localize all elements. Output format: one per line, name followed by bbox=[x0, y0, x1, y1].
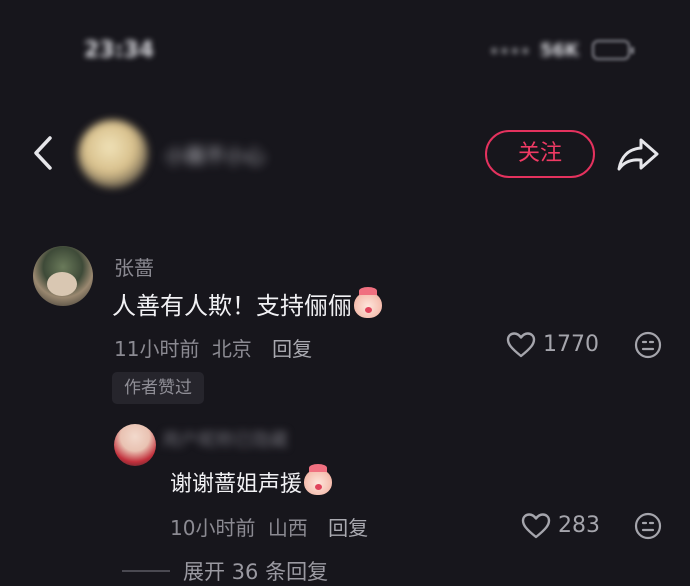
reply-text: 谢谢蔷姐声援 bbox=[170, 464, 333, 498]
comment-like-count: 1770 bbox=[543, 332, 599, 357]
comment-reply-button[interactable]: 回复 bbox=[272, 337, 312, 361]
reply-location: 山西 bbox=[267, 516, 308, 540]
avatar-face bbox=[47, 272, 77, 296]
comment-location: 北京 bbox=[211, 337, 252, 361]
author-liked-badge: 作者赞过 bbox=[112, 372, 204, 404]
blush-face-emoji-icon bbox=[354, 287, 382, 318]
battery-icon bbox=[592, 40, 634, 60]
share-button[interactable] bbox=[615, 134, 661, 174]
reply-like-button[interactable]: 283 bbox=[521, 512, 600, 540]
blush-face-emoji-icon bbox=[304, 464, 333, 495]
heart-icon bbox=[521, 513, 551, 539]
meh-face-icon bbox=[634, 512, 662, 540]
profile-name[interactable]: 小薇不小心 bbox=[165, 140, 295, 166]
reply-author[interactable]: 用户昵称已隐藏 bbox=[162, 426, 317, 450]
reply-meta: 10小时前 山西 回复 bbox=[170, 512, 368, 541]
profile-avatar[interactable] bbox=[78, 120, 148, 188]
comment-more-button[interactable] bbox=[634, 331, 662, 359]
comment-text-content: 人善有人欺！支持俪俪 bbox=[112, 292, 352, 320]
reply-avatar[interactable] bbox=[114, 424, 156, 466]
signal-icon: .... bbox=[490, 34, 532, 59]
divider-line bbox=[122, 570, 170, 572]
reply-time: 10小时前 bbox=[170, 516, 256, 540]
reply-like-count: 283 bbox=[558, 513, 600, 538]
comment-author[interactable]: 张蔷 bbox=[114, 252, 154, 281]
comment-like-button[interactable]: 1770 bbox=[506, 331, 599, 359]
comment-meta: 11小时前 北京 回复 bbox=[114, 333, 312, 362]
share-arrow-icon bbox=[617, 138, 659, 171]
comment-avatar[interactable] bbox=[33, 246, 93, 306]
heart-icon bbox=[506, 332, 536, 358]
comment-time: 11小时前 bbox=[114, 337, 200, 361]
reply-reply-button[interactable]: 回复 bbox=[328, 516, 368, 540]
follow-button[interactable]: 关注 bbox=[485, 130, 595, 178]
reply-more-button[interactable] bbox=[634, 512, 662, 540]
reply-text-content: 谢谢蔷姐声援 bbox=[170, 472, 303, 497]
status-time: 23:34 bbox=[84, 38, 155, 63]
comment-text: 人善有人欺！支持俪俪 bbox=[112, 286, 382, 321]
chevron-left-icon bbox=[34, 136, 52, 170]
network-indicator: 56K bbox=[540, 40, 579, 61]
meh-face-icon bbox=[634, 331, 662, 359]
expand-replies-button[interactable]: 展开 36 条回复 bbox=[183, 556, 328, 586]
back-button[interactable] bbox=[28, 132, 60, 174]
